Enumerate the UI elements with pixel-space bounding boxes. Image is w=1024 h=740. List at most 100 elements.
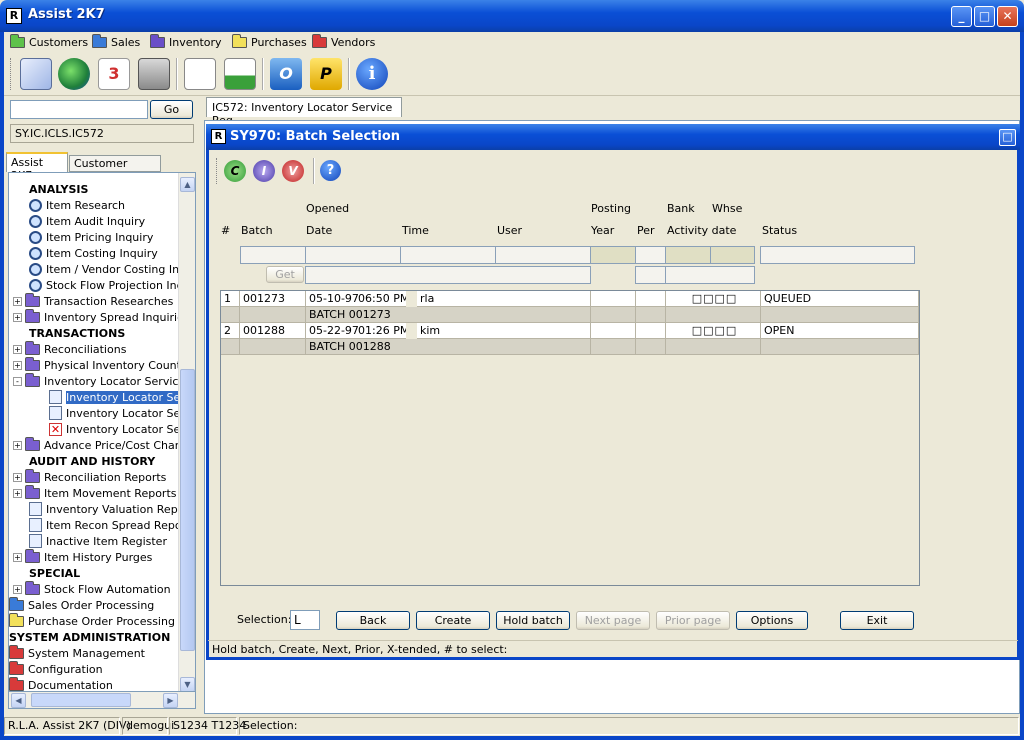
filter-date-field[interactable] — [305, 246, 401, 264]
tree-item[interactable]: - Inventory Locator Service — [13, 372, 185, 389]
prior-page-button[interactable]: Prior page — [656, 611, 730, 630]
filter-bank-field[interactable] — [665, 246, 711, 264]
filter-status-field[interactable] — [760, 246, 915, 264]
tree-item[interactable]: SPECIAL — [29, 565, 80, 581]
tree-item[interactable]: Item Research — [29, 197, 125, 213]
filter-user-field[interactable] — [495, 246, 591, 264]
tree-item[interactable]: Item Audit Inquiry — [29, 213, 145, 229]
filter-year-field[interactable] — [590, 246, 636, 264]
filter-per2-field[interactable] — [635, 266, 666, 284]
search-input[interactable] — [10, 100, 148, 119]
tree-item[interactable]: + Reconciliation Reports — [13, 468, 166, 485]
globe-icon[interactable] — [58, 58, 90, 90]
next-page-button[interactable]: Next page — [576, 611, 650, 630]
hscroll-thumb[interactable] — [31, 693, 131, 707]
tree-item[interactable]: AUDIT AND HISTORY — [29, 453, 155, 469]
view-v-icon[interactable]: V — [282, 160, 304, 182]
help-icon[interactable]: ? — [320, 160, 341, 181]
tree-item[interactable]: System Management — [9, 644, 145, 661]
inquire-i-icon[interactable]: I — [253, 160, 275, 182]
tree-item[interactable]: Item Recon Spread Report — [29, 517, 190, 533]
tree-item[interactable]: + Item Movement Reports — [13, 484, 177, 501]
expand-icon[interactable]: + — [13, 488, 22, 498]
options-button[interactable]: Options — [736, 611, 808, 630]
menu-customers[interactable]: Customers — [10, 33, 88, 50]
menu-inventory[interactable]: Inventory — [150, 33, 222, 50]
menu-vendors[interactable]: Vendors — [312, 33, 375, 50]
expand-icon[interactable]: + — [13, 552, 22, 562]
tree-item[interactable]: + Inventory Spread Inquiries — [13, 308, 190, 325]
header-activity-date: Activity date — [667, 224, 737, 237]
tree-item[interactable]: Inventory Locator Serv — [49, 405, 191, 421]
filter-batch-field[interactable] — [240, 246, 306, 264]
get-button[interactable]: Get — [266, 266, 304, 283]
minimize-button[interactable]: _ — [951, 6, 972, 27]
chart-report-icon[interactable] — [224, 58, 256, 90]
filter-per-field[interactable] — [635, 246, 666, 264]
tree-item[interactable]: ANALYSIS — [29, 181, 88, 197]
menu-purchases[interactable]: Purchases — [232, 33, 307, 50]
expand-icon[interactable]: + — [13, 440, 22, 450]
report-icon[interactable] — [184, 58, 216, 90]
maximize-button[interactable]: □ — [974, 6, 995, 27]
scroll-left-arrow-icon[interactable]: ◀ — [11, 693, 26, 708]
tree-horizontal-scrollbar[interactable]: ◀ ▶ — [8, 692, 196, 709]
scroll-right-arrow-icon[interactable]: ▶ — [163, 693, 178, 708]
scroll-thumb[interactable] — [180, 369, 195, 651]
filter-description-field[interactable] — [305, 266, 591, 284]
selection-input[interactable] — [290, 610, 320, 630]
envelope-icon[interactable] — [20, 58, 52, 90]
tab-ic572[interactable]: IC572: Inventory Locator Service Reg — [206, 97, 402, 127]
tree-item[interactable]: + Stock Flow Automation — [13, 580, 171, 597]
tab-customer-service[interactable]: Customer Service — [69, 155, 161, 183]
subwindow-maximize-button[interactable]: □ — [999, 129, 1016, 146]
tree-item[interactable]: Stock Flow Projection Inqui — [29, 277, 194, 293]
collapse-icon[interactable]: - — [13, 376, 22, 386]
change-c-icon[interactable]: C — [224, 160, 246, 182]
expand-icon[interactable]: + — [13, 344, 22, 354]
tree-item[interactable]: Inventory Locator Serv — [49, 389, 192, 405]
filter-whse-field[interactable] — [710, 246, 755, 264]
expand-icon[interactable]: + — [13, 472, 22, 482]
exit-button[interactable]: Exit — [840, 611, 914, 630]
calculator-icon[interactable] — [138, 58, 170, 90]
tree-item[interactable]: + Transaction Researches — [13, 292, 173, 309]
pastel-p-icon[interactable]: P — [310, 58, 342, 90]
scroll-down-arrow-icon[interactable]: ▼ — [180, 677, 195, 691]
hold-batch-button[interactable]: Hold batch — [496, 611, 570, 630]
expand-icon[interactable]: + — [13, 584, 22, 594]
tree-item[interactable]: Documentation — [9, 676, 113, 691]
tree-item[interactable]: Sales Order Processing — [9, 596, 154, 613]
outlook-icon[interactable]: O — [270, 58, 302, 90]
close-button[interactable]: ✕ — [997, 6, 1018, 27]
tree-vertical-scrollbar[interactable]: ▲ ▼ — [178, 173, 195, 691]
filter-activity-field[interactable] — [665, 266, 755, 284]
create-button[interactable]: Create — [416, 611, 490, 630]
tree-item[interactable]: Item / Vendor Costing Inqu — [29, 261, 193, 277]
tree-item[interactable]: Configuration — [9, 660, 103, 677]
tree-item[interactable]: ✕ Inventory Locator Serv — [49, 421, 191, 437]
tree-item[interactable]: Purchase Order Processing — [9, 612, 175, 629]
tab-assist-2k7[interactable]: Assist 2K7 — [6, 152, 68, 182]
menu-sales[interactable]: Sales — [92, 33, 140, 50]
calendar-icon[interactable]: 3 — [98, 58, 130, 90]
scroll-up-arrow-icon[interactable]: ▲ — [180, 177, 195, 192]
tree-item[interactable]: SYSTEM ADMINISTRATION — [9, 629, 170, 645]
tree-item[interactable]: TRANSACTIONS — [29, 325, 125, 341]
tree-item[interactable]: + Advance Price/Cost Chang — [13, 436, 189, 453]
filter-time-field[interactable] — [400, 246, 496, 264]
expand-icon[interactable]: + — [13, 296, 22, 306]
back-button[interactable]: Back — [336, 611, 410, 630]
tree-item[interactable]: Item Pricing Inquiry — [29, 229, 153, 245]
expand-icon[interactable]: + — [13, 360, 22, 370]
tree-item[interactable]: + Physical Inventory Count — [13, 356, 181, 373]
tree-item-label: Inactive Item Register — [46, 534, 167, 548]
tree-item[interactable]: + Reconciliations — [13, 340, 126, 357]
tree-item[interactable]: + Item History Purges — [13, 548, 152, 565]
tree-item[interactable]: Inactive Item Register — [29, 533, 167, 549]
tree-item[interactable]: Item Costing Inquiry — [29, 245, 158, 261]
expand-icon[interactable]: + — [13, 312, 22, 322]
tree-item[interactable]: Inventory Valuation Report — [29, 501, 193, 517]
info-icon[interactable]: i — [356, 58, 388, 90]
go-button[interactable]: Go — [150, 100, 193, 119]
